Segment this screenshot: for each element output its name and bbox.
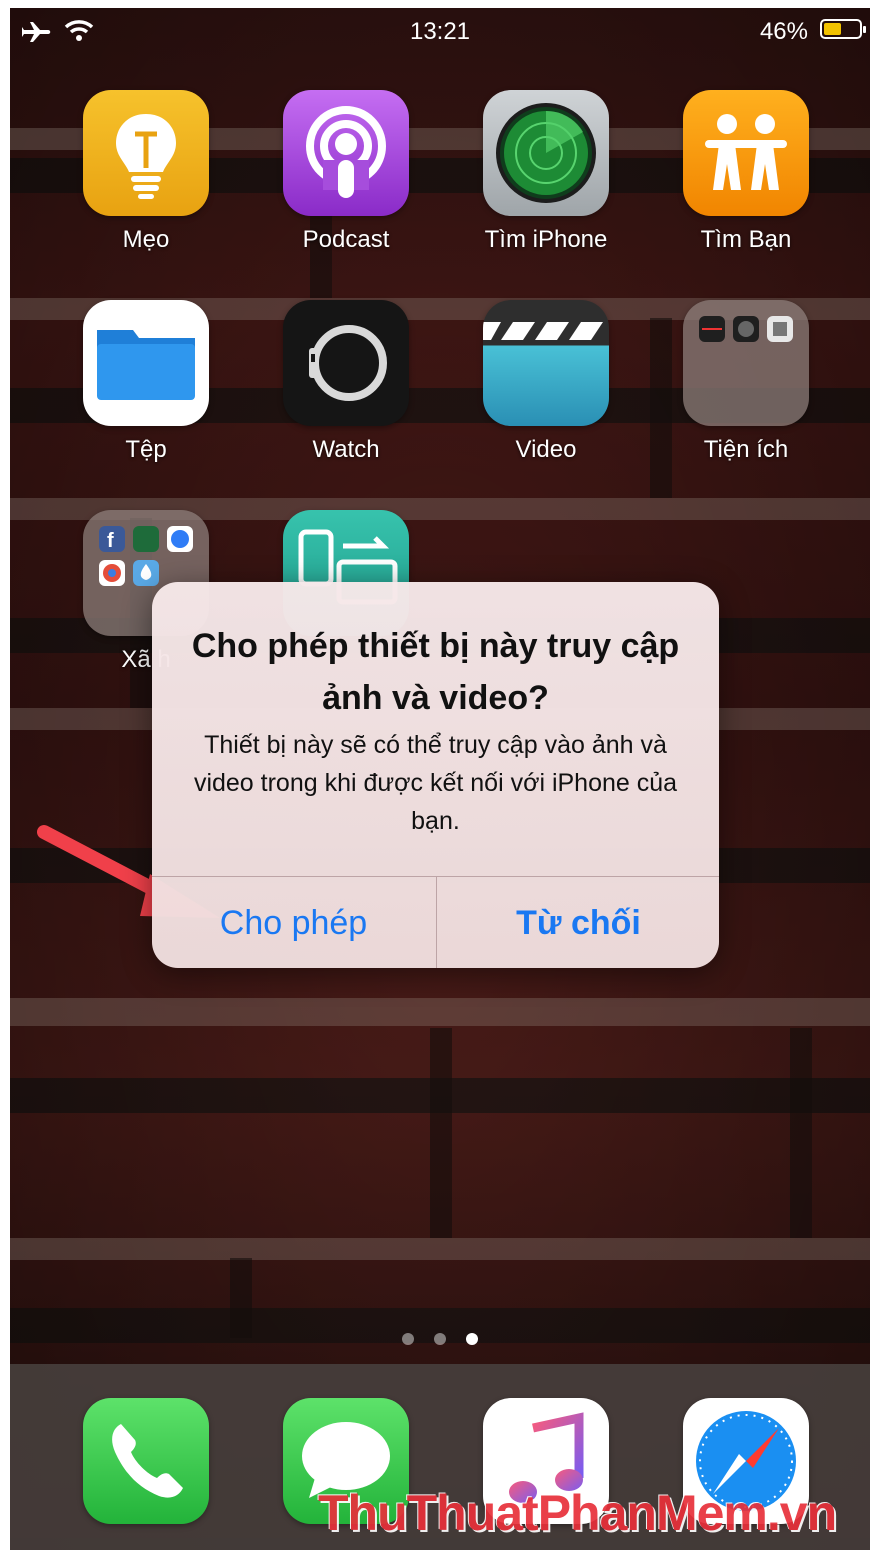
battery-percentage: 46%: [759, 18, 808, 45]
app-tim-iphone[interactable]: Tìm iPhone: [483, 90, 609, 254]
wall-texture: [790, 1028, 812, 1238]
allow-button[interactable]: Cho phép: [152, 877, 435, 968]
app-label: Tìm Bạn: [700, 226, 792, 253]
wall-texture: [430, 1028, 452, 1238]
app-label: Tệp: [125, 436, 167, 463]
podcast-icon: [283, 90, 409, 216]
app-label: Watch: [312, 436, 380, 463]
permission-dialog: Cho phép thiết bị này truy cập ảnh và vi…: [152, 582, 719, 968]
app-tep[interactable]: Tệp: [83, 300, 209, 464]
app-tim-ban[interactable]: Tìm Bạn: [683, 90, 809, 254]
svg-text:f: f: [107, 530, 114, 552]
watermark: ThuThuatPhanMem.vn: [318, 1485, 837, 1541]
wall-texture: [230, 1258, 252, 1338]
wall-texture: [650, 318, 672, 498]
battery-icon: [820, 19, 866, 39]
app-podcast[interactable]: Podcast: [283, 90, 409, 254]
find-iphone-radar-icon: [483, 90, 609, 216]
dock-app-phone[interactable]: [83, 1398, 209, 1524]
app-label: Tiện ích: [703, 436, 789, 463]
app-label: Tìm iPhone: [484, 226, 608, 253]
clapperboard-icon: [483, 300, 609, 426]
find-friends-icon: [683, 90, 809, 216]
app-label: Mẹo: [122, 226, 170, 253]
folder-icon: [83, 300, 209, 426]
dialog-button-row: Cho phép Từ chối: [152, 876, 719, 968]
wall-texture: [10, 998, 870, 1026]
app-meo[interactable]: Mẹo: [83, 90, 209, 254]
dialog-title: Cho phép thiết bị này truy cập ảnh và vi…: [191, 627, 680, 717]
page-indicator[interactable]: [10, 1332, 870, 1350]
page-dot: [434, 1333, 446, 1345]
clock: 13:21: [409, 18, 471, 45]
app-video[interactable]: Video: [483, 300, 609, 464]
folder-tien-ich[interactable]: Tiện ích: [683, 300, 809, 464]
dialog-message: Thiết bị này sẽ có thể truy cập vào ảnh …: [193, 731, 678, 835]
app-label: Video: [515, 436, 577, 463]
deny-button[interactable]: Từ chối: [436, 877, 719, 968]
status-bar: 13:21 46%: [10, 8, 870, 54]
page-dot-active: [466, 1333, 479, 1345]
utilities-folder-icon: [683, 300, 809, 426]
page-dot: [401, 1333, 414, 1345]
app-label: Podcast: [302, 226, 390, 253]
app-watch[interactable]: Watch: [283, 300, 409, 464]
wall-texture: [10, 1238, 870, 1260]
lightbulb-icon: [83, 90, 209, 216]
battery-level: [824, 23, 842, 35]
watch-icon: [283, 300, 409, 426]
phone-icon: [83, 1398, 209, 1524]
